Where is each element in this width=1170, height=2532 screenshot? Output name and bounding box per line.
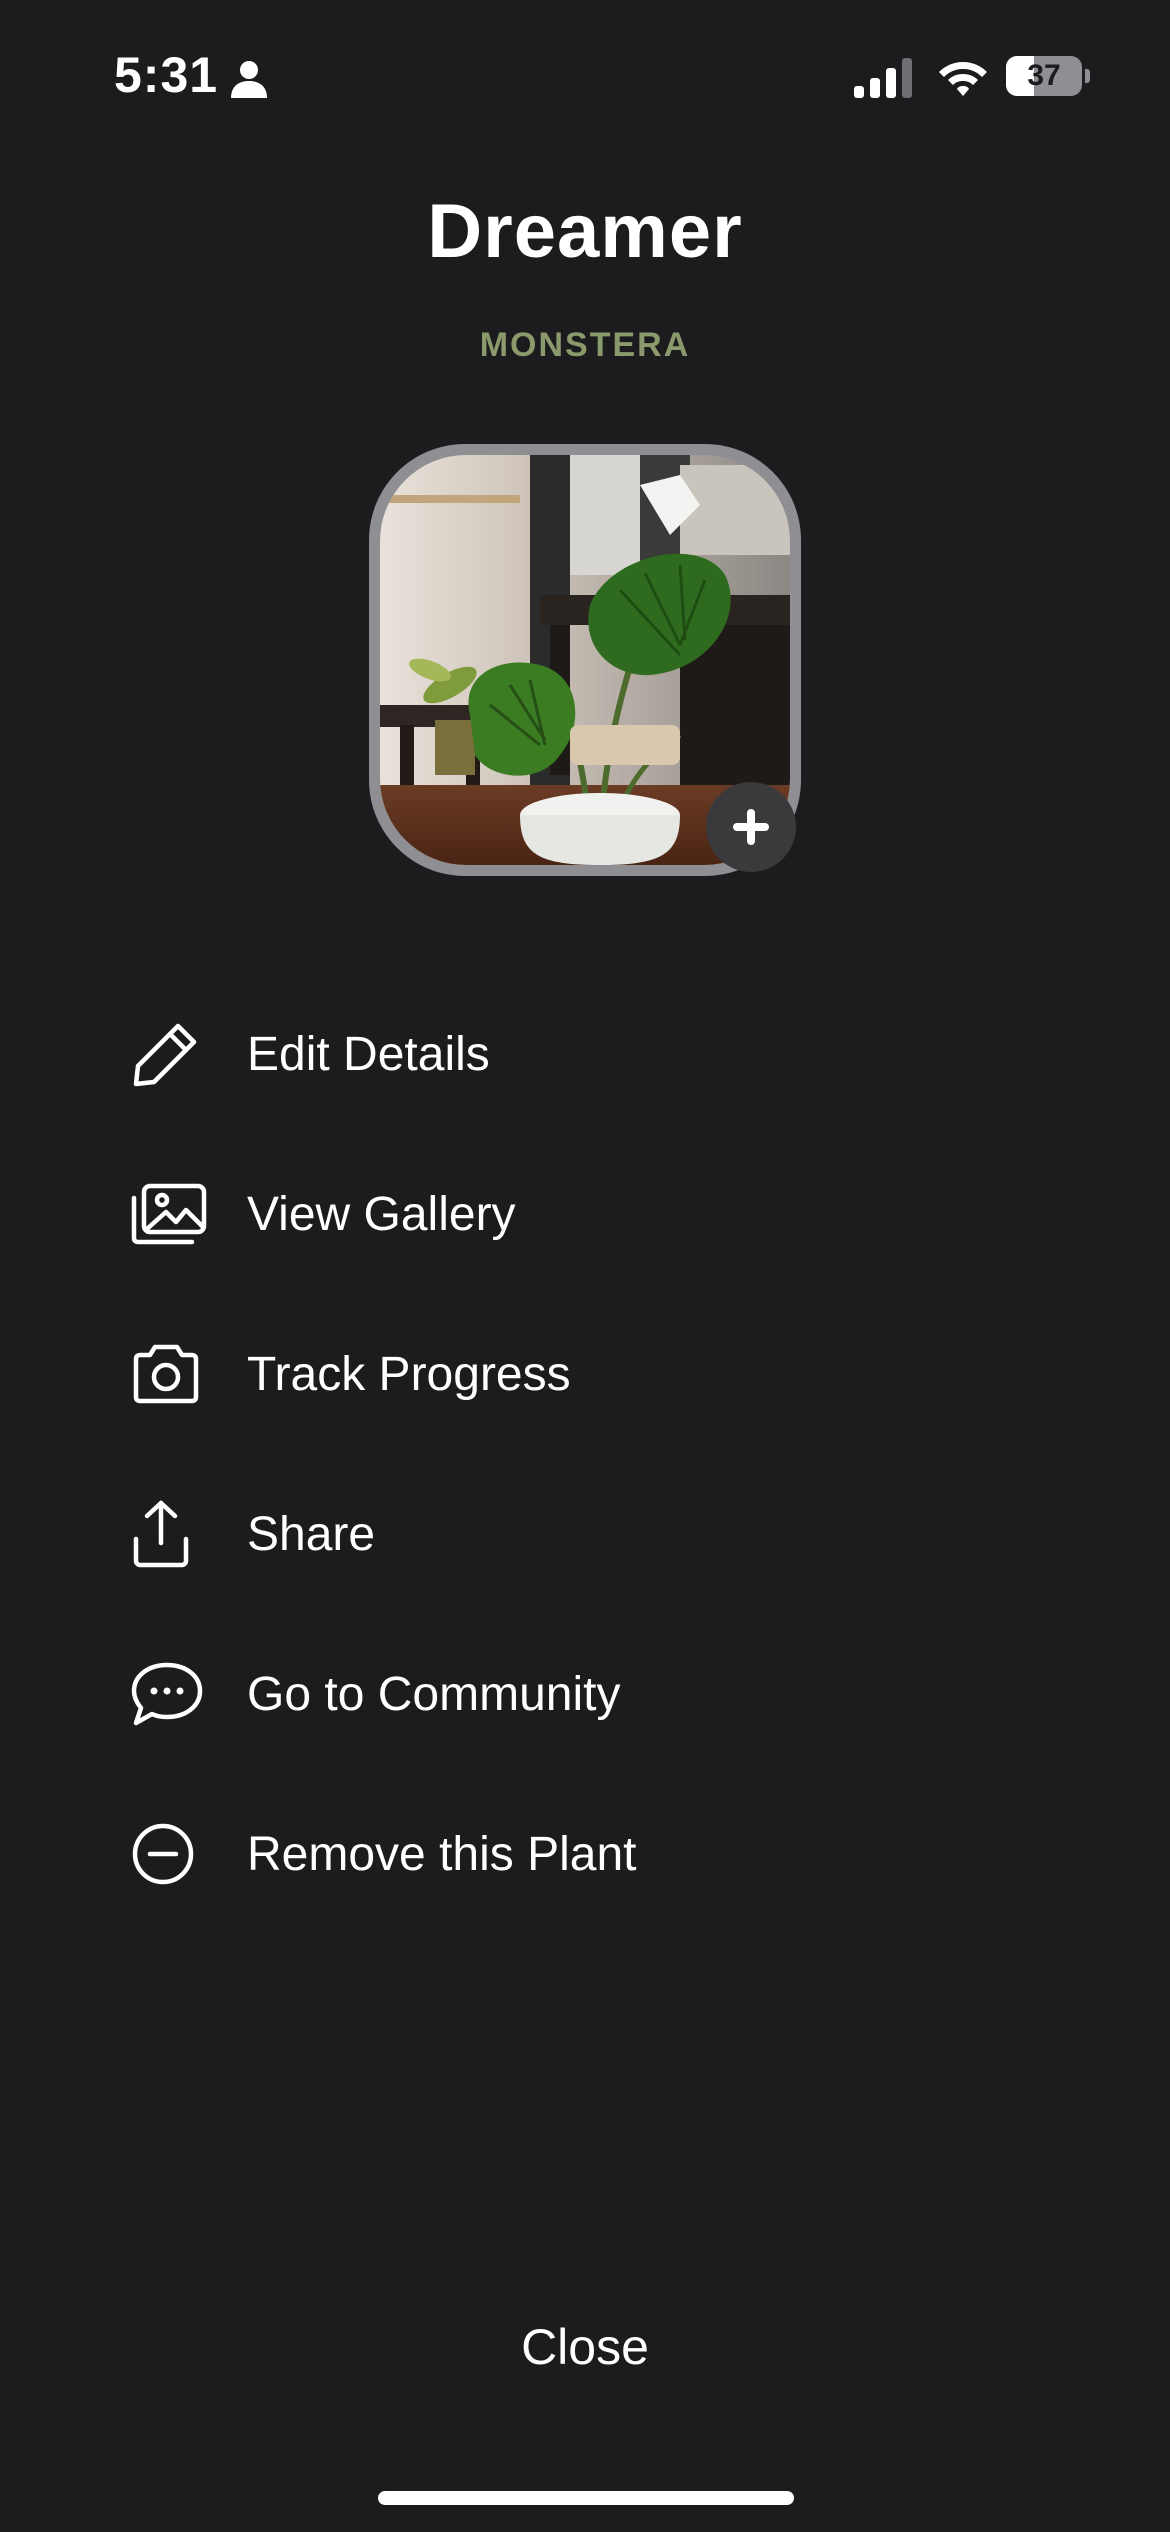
person-icon	[231, 61, 267, 98]
chat-bubble-icon	[130, 1653, 212, 1735]
plant-species: MONSTERA	[479, 326, 691, 364]
wifi-icon	[939, 62, 987, 96]
battery-percent: 37	[1027, 59, 1061, 92]
plus-icon	[733, 809, 769, 845]
menu-item-label: Go to Community	[247, 1667, 621, 1721]
pencil-icon	[130, 1013, 212, 1095]
menu-item-label: Remove this Plant	[247, 1827, 637, 1881]
menu-item-edit-details[interactable]: Edit Details	[130, 974, 1090, 1134]
share-icon	[130, 1493, 212, 1575]
gallery-icon	[130, 1173, 212, 1255]
menu-item-label: Edit Details	[247, 1027, 490, 1081]
close-button[interactable]: Close	[0, 2318, 1170, 2376]
status-bar: 5:31 37	[0, 0, 1170, 150]
add-photo-button[interactable]	[706, 782, 796, 872]
battery-icon: 37	[1006, 56, 1090, 96]
menu-item-go-to-community[interactable]: Go to Community	[130, 1614, 1090, 1774]
menu-item-share[interactable]: Share	[130, 1454, 1090, 1614]
minus-circle-icon	[130, 1813, 212, 1895]
plant-actions-menu: Edit Details View Gallery Track Progress	[130, 974, 1090, 1934]
home-indicator[interactable]	[378, 2491, 794, 2505]
status-time: 5:31	[114, 47, 219, 103]
menu-item-label: Share	[247, 1507, 376, 1561]
cellular-signal-icon	[854, 58, 912, 98]
plant-name: Dreamer	[427, 189, 743, 274]
camera-icon	[130, 1333, 212, 1415]
menu-item-label: Track Progress	[247, 1347, 571, 1401]
menu-item-view-gallery[interactable]: View Gallery	[130, 1134, 1090, 1294]
menu-item-remove-plant[interactable]: Remove this Plant	[130, 1774, 1090, 1934]
menu-item-label: View Gallery	[247, 1187, 516, 1241]
menu-item-track-progress[interactable]: Track Progress	[130, 1294, 1090, 1454]
